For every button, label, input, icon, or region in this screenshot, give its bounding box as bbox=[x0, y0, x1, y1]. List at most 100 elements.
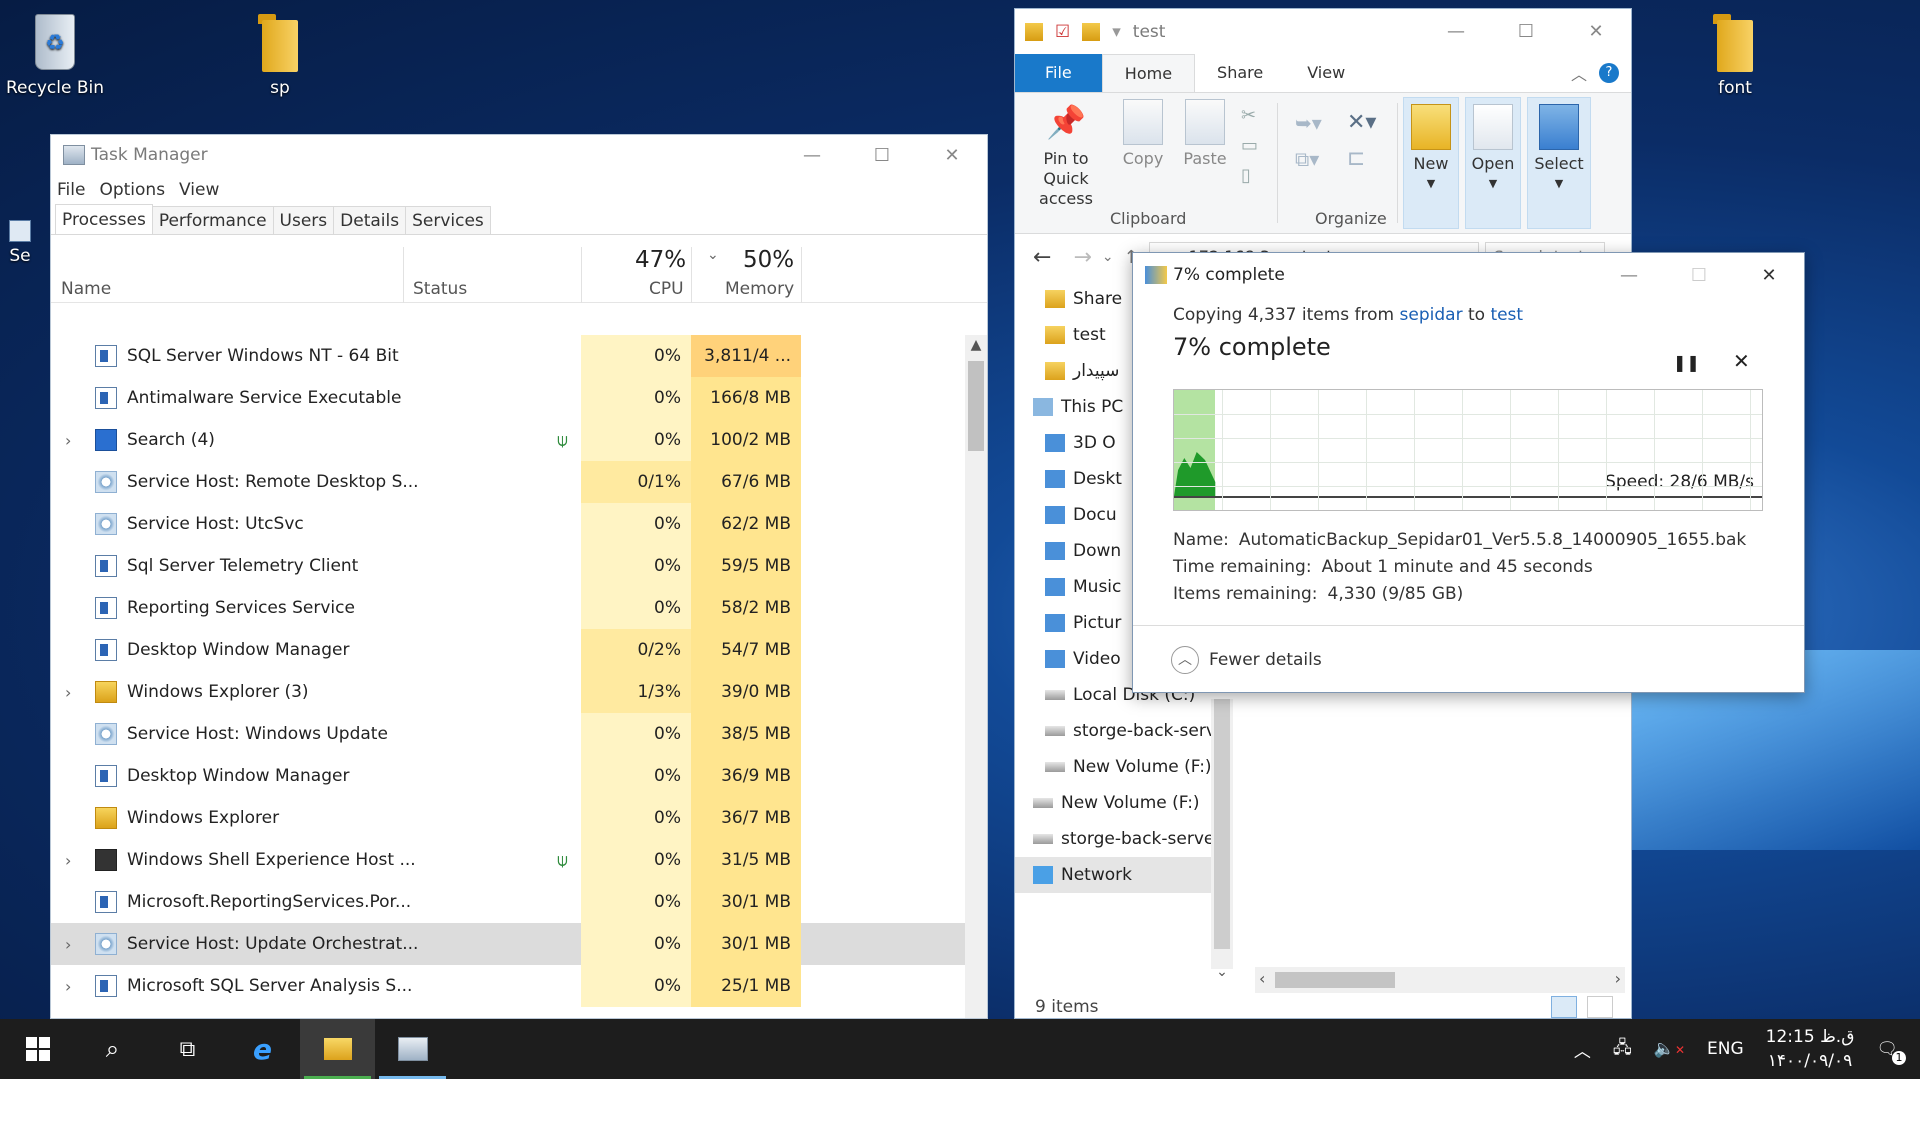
process-row[interactable]: Service Host: Remote Desktop S... 0/1% 67/… bbox=[51, 461, 967, 503]
collapse-ribbon-icon[interactable]: ︿ bbox=[1571, 61, 1587, 85]
close-button[interactable]: ✕ bbox=[1561, 12, 1631, 52]
recycle-bin-desktop-icon[interactable]: ♻ Recycle Bin bbox=[0, 10, 110, 98]
file-explorer-taskbar-button[interactable] bbox=[300, 1019, 375, 1079]
process-row[interactable]: Sql Server Telemetry Client 0% 59/5 MB bbox=[51, 545, 967, 587]
column-name[interactable]: Name bbox=[61, 279, 111, 299]
title-bar[interactable]: 7% complete — ☐ ✕ bbox=[1133, 253, 1804, 297]
tab-details[interactable]: Details bbox=[333, 206, 407, 234]
pause-icon[interactable]: ❚❚ bbox=[1673, 353, 1700, 372]
minimize-button[interactable]: — bbox=[1421, 12, 1491, 52]
close-button[interactable]: ✕ bbox=[917, 135, 987, 175]
expand-chevron-icon[interactable]: › bbox=[65, 935, 79, 954]
recent-dropdown-icon[interactable]: ⌄ bbox=[1102, 249, 1114, 265]
maximize-button[interactable]: ☐ bbox=[847, 135, 917, 175]
tab-share[interactable]: Share bbox=[1195, 54, 1285, 92]
nav-item[interactable]: Network bbox=[1015, 857, 1225, 893]
process-row[interactable]: Desktop Window Manager 0/2% 54/7 MB bbox=[51, 629, 967, 671]
new-button[interactable]: New ▼ bbox=[1403, 97, 1459, 229]
action-center-icon[interactable]: 🗨 1 bbox=[1876, 1039, 1906, 1065]
column-cpu[interactable]: CPU bbox=[649, 279, 684, 299]
scroll-up-icon[interactable]: ▲ bbox=[965, 337, 987, 353]
menu-file[interactable]: File bbox=[57, 180, 85, 200]
search-button[interactable]: ⌕ bbox=[75, 1019, 150, 1079]
input-language[interactable]: ENG bbox=[1707, 1039, 1744, 1059]
tab-services[interactable]: Services bbox=[405, 206, 491, 234]
nav-scrollbar[interactable] bbox=[1211, 699, 1233, 969]
fewer-details-button[interactable]: ︿ Fewer details bbox=[1133, 625, 1804, 692]
scroll-down-icon[interactable]: ⌄ bbox=[1211, 964, 1233, 980]
cut-icon[interactable]: ✂ bbox=[1241, 101, 1258, 131]
large-icons-view-icon[interactable] bbox=[1587, 996, 1613, 1018]
title-bar[interactable]: ☑ ▾ test — ☐ ✕ bbox=[1015, 9, 1631, 54]
details-view-icon[interactable] bbox=[1551, 996, 1577, 1018]
copy-path-icon[interactable]: ▭ bbox=[1241, 131, 1258, 161]
scroll-right-icon[interactable]: › bbox=[1615, 969, 1621, 988]
tab-performance[interactable]: Performance bbox=[151, 206, 274, 234]
close-button[interactable]: ✕ bbox=[1734, 255, 1804, 295]
expand-chevron-icon[interactable]: › bbox=[65, 431, 79, 450]
source-link[interactable]: sepidar bbox=[1400, 305, 1463, 325]
qat-dropdown-icon[interactable]: ▾ bbox=[1112, 22, 1121, 42]
process-row[interactable]: Windows Explorer 0% 36/7 MB bbox=[51, 797, 967, 839]
process-row[interactable]: Microsoft.ReportingServices.Por... 0% 30/1… bbox=[51, 881, 967, 923]
minimize-button[interactable]: — bbox=[777, 135, 847, 175]
copy-button[interactable]: Copy bbox=[1115, 93, 1171, 169]
minimize-button[interactable]: — bbox=[1594, 255, 1664, 295]
start-button[interactable] bbox=[0, 1019, 75, 1079]
tab-view[interactable]: View bbox=[1285, 54, 1367, 92]
paste-shortcut-icon[interactable]: ▯ bbox=[1241, 161, 1258, 191]
tab-users[interactable]: Users bbox=[272, 206, 335, 234]
task-view-button[interactable]: ⧉ bbox=[150, 1019, 225, 1079]
nav-item[interactable]: storge-back-serv bbox=[1015, 713, 1225, 749]
tab-processes[interactable]: Processes bbox=[55, 204, 153, 234]
maximize-button[interactable]: ☐ bbox=[1491, 12, 1561, 52]
new-folder-icon[interactable] bbox=[1082, 22, 1101, 41]
properties-icon[interactable]: ☑ bbox=[1055, 22, 1070, 42]
show-hidden-icons-icon[interactable]: ︿ bbox=[1574, 1037, 1591, 1062]
copy-to-icon[interactable]: ⧉▾ bbox=[1295, 141, 1322, 177]
process-row[interactable]: SQL Server Windows NT - 64 Bit 0% 3,811/4 … bbox=[51, 335, 967, 377]
nav-item[interactable]: New Volume (F:) bbox=[1015, 785, 1225, 821]
process-row[interactable]: Reporting Services Service 0% 58/2 MB bbox=[51, 587, 967, 629]
process-row[interactable]: › Service Host: Update Orchestrat... 0% 30/… bbox=[51, 923, 967, 965]
volume-muted-icon[interactable]: 🔈✕ bbox=[1654, 1039, 1685, 1059]
font-folder-desktop-icon[interactable]: font bbox=[1680, 10, 1790, 98]
menu-options[interactable]: Options bbox=[99, 180, 165, 200]
menu-view[interactable]: View bbox=[179, 180, 219, 200]
task-manager-taskbar-button[interactable] bbox=[375, 1019, 450, 1079]
tab-home[interactable]: Home bbox=[1101, 54, 1196, 92]
scroll-thumb[interactable] bbox=[1275, 972, 1395, 988]
cancel-icon[interactable]: ✕ bbox=[1733, 349, 1750, 373]
open-button[interactable]: Open ▼ bbox=[1465, 97, 1521, 229]
process-row[interactable]: › Search (4) ⍦ 0% 100/2 MB bbox=[51, 419, 967, 461]
network-icon[interactable]: 🖧 bbox=[1613, 1035, 1632, 1064]
process-scrollbar[interactable]: ▲ bbox=[965, 335, 987, 1018]
tab-file[interactable]: File bbox=[1015, 54, 1102, 92]
partial-desktop-icon[interactable]: Se bbox=[0, 220, 40, 266]
move-to-icon[interactable]: ➥▾ bbox=[1295, 105, 1322, 141]
paste-button[interactable]: Paste bbox=[1177, 93, 1233, 169]
sp-folder-desktop-icon[interactable]: sp bbox=[225, 10, 335, 98]
process-row[interactable]: › Windows Explorer (3) 1/3% 39/0 MB bbox=[51, 671, 967, 713]
process-row[interactable]: › Microsoft SQL Server Analysis S... 0% 25/… bbox=[51, 965, 967, 1007]
destination-link[interactable]: test bbox=[1490, 305, 1523, 325]
scroll-left-icon[interactable]: ‹ bbox=[1259, 969, 1265, 988]
delete-icon[interactable]: ✕▾ bbox=[1347, 105, 1376, 141]
pin-quick-access-button[interactable]: 📌 Pin to Quick access bbox=[1023, 93, 1109, 209]
process-row[interactable]: Desktop Window Manager 0% 36/9 MB bbox=[51, 755, 967, 797]
back-icon[interactable]: ← bbox=[1033, 245, 1051, 270]
expand-chevron-icon[interactable]: › bbox=[65, 977, 79, 996]
scroll-thumb[interactable] bbox=[1214, 699, 1230, 949]
nav-item[interactable]: New Volume (F:) bbox=[1015, 749, 1225, 785]
process-row[interactable]: Service Host: Windows Update 0% 38/5 MB bbox=[51, 713, 967, 755]
process-row[interactable]: Antimalware Service Executable 0% 166/8 MB bbox=[51, 377, 967, 419]
nav-item[interactable]: storge-back-serve bbox=[1015, 821, 1225, 857]
column-status[interactable]: Status bbox=[413, 279, 467, 299]
internet-explorer-button[interactable]: e bbox=[225, 1019, 300, 1079]
help-icon[interactable]: ? bbox=[1599, 63, 1619, 83]
title-bar[interactable]: Task Manager — ☐ ✕ bbox=[51, 135, 987, 175]
rename-icon[interactable]: ⊏ bbox=[1347, 141, 1376, 177]
process-row[interactable]: › Windows Shell Experience Host ... ⍦ 0% 31/… bbox=[51, 839, 967, 881]
content-hscrollbar[interactable]: ‹ › bbox=[1255, 967, 1625, 993]
expand-chevron-icon[interactable]: › bbox=[65, 683, 79, 702]
